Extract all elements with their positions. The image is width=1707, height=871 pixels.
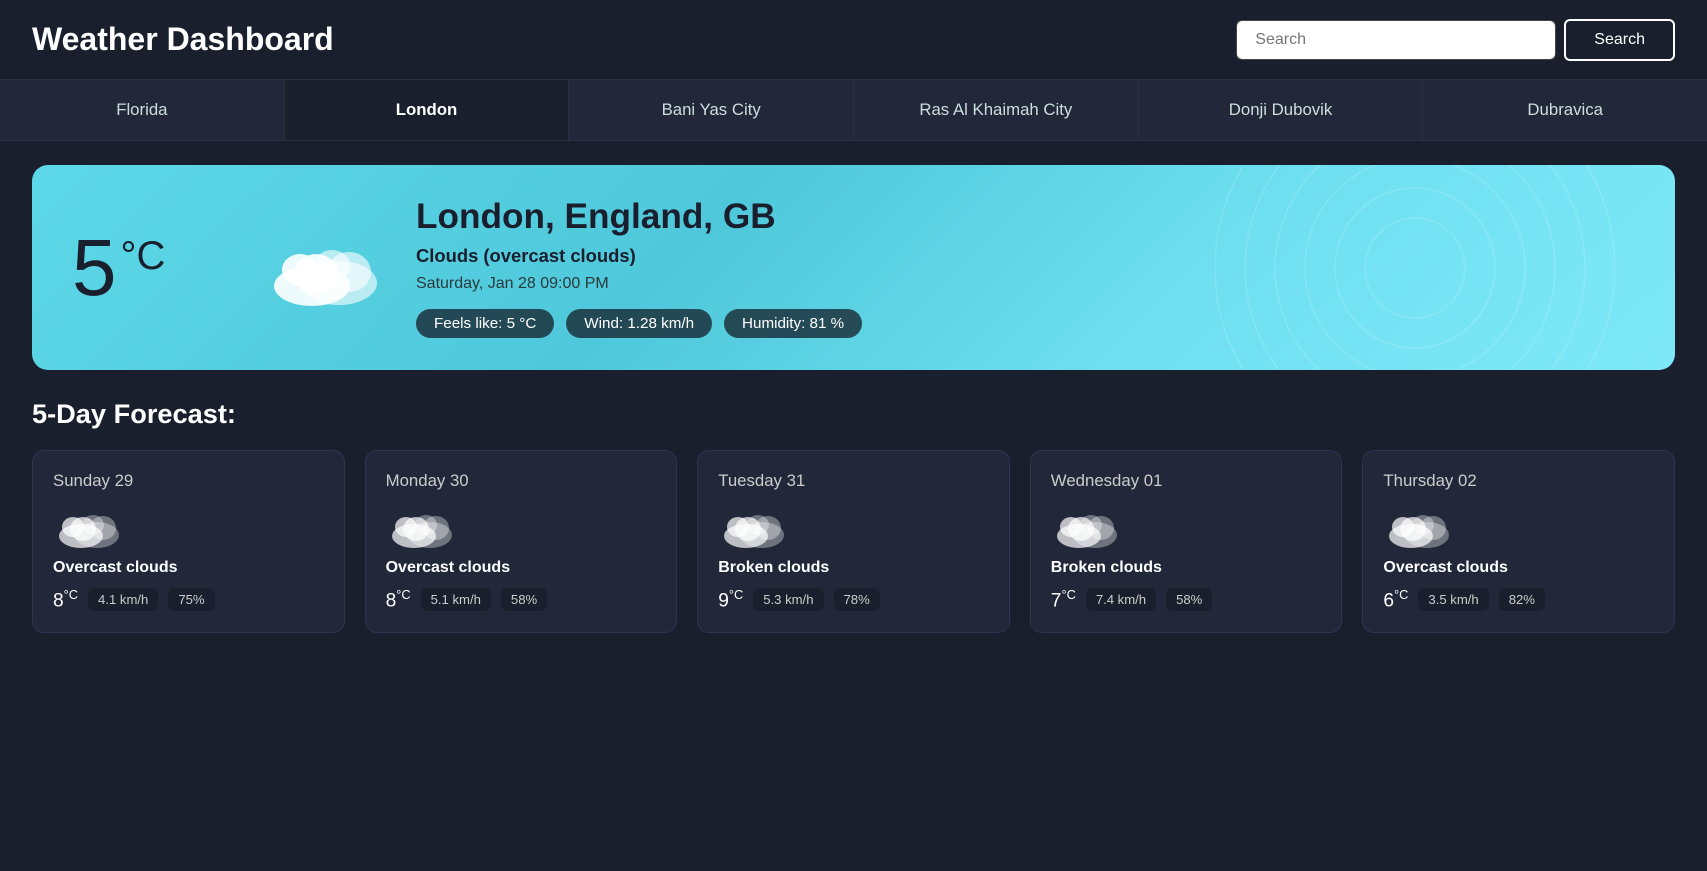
weather-icon: [264, 228, 384, 308]
forecast-condition: Broken clouds: [1051, 559, 1322, 577]
forecast-day: Sunday 29: [53, 471, 324, 491]
forecast-weather-icon: [1051, 501, 1121, 549]
tab-ras-al-khaimah-city[interactable]: Ras Al Khaimah City: [854, 80, 1139, 140]
tab-london[interactable]: London: [285, 80, 570, 140]
forecast-details: 6°C 3.5 km/h 82%: [1383, 587, 1654, 612]
forecast-humidity: 58%: [1166, 588, 1212, 611]
forecast-condition: Overcast clouds: [386, 559, 657, 577]
forecast-wind: 5.1 km/h: [421, 588, 491, 611]
weather-condition: Clouds (overcast clouds): [416, 245, 862, 267]
forecast-card: Sunday 29 Overcast clouds 8°C 4.1 km/h 7…: [32, 450, 345, 633]
forecast-weather-icon: [386, 501, 456, 549]
app-title: Weather Dashboard: [32, 21, 334, 58]
forecast-humidity: 58%: [501, 588, 547, 611]
temp-unit: °C: [121, 234, 166, 279]
search-button[interactable]: Search: [1564, 19, 1675, 61]
weather-info: London, England, GB Clouds (overcast clo…: [416, 197, 862, 338]
forecast-card: Monday 30 Overcast clouds 8°C 5.1 km/h 5…: [365, 450, 678, 633]
forecast-temp: 7°C: [1051, 587, 1076, 612]
forecast-wind: 5.3 km/h: [753, 588, 823, 611]
forecast-card: Wednesday 01 Broken clouds 7°C 7.4 km/h …: [1030, 450, 1343, 633]
banner-decoration: [1215, 165, 1615, 370]
forecast-temp: 9°C: [718, 587, 743, 612]
forecast-card: Tuesday 31 Broken clouds 9°C 5.3 km/h 78…: [697, 450, 1010, 633]
forecast-details: 9°C 5.3 km/h 78%: [718, 587, 989, 612]
forecast-wind: 7.4 km/h: [1086, 588, 1156, 611]
forecast-temp: 8°C: [53, 587, 78, 612]
tab-donji-dubovik[interactable]: Donji Dubovik: [1139, 80, 1424, 140]
forecast-temp: 8°C: [386, 587, 411, 612]
city-name: London, England, GB: [416, 197, 862, 237]
temp-value: 5: [72, 222, 117, 314]
forecast-wind: 3.5 km/h: [1418, 588, 1488, 611]
humidity-badge: Humidity: 81 %: [724, 309, 862, 338]
forecast-section: 5-Day Forecast: Sunday 29 Overcast cloud…: [0, 370, 1707, 657]
weather-badges: Feels like: 5 °C Wind: 1.28 km/h Humidit…: [416, 309, 862, 338]
forecast-weather-icon: [1383, 501, 1453, 549]
search-area: Search: [1236, 19, 1675, 61]
forecast-condition: Overcast clouds: [53, 559, 324, 577]
forecast-wind: 4.1 km/h: [88, 588, 158, 611]
tab-bani-yas-city[interactable]: Bani Yas City: [569, 80, 854, 140]
forecast-day: Wednesday 01: [1051, 471, 1322, 491]
forecast-weather-icon: [718, 501, 788, 549]
forecast-condition: Overcast clouds: [1383, 559, 1654, 577]
forecast-details: 8°C 5.1 km/h 58%: [386, 587, 657, 612]
forecast-day: Monday 30: [386, 471, 657, 491]
forecast-condition: Broken clouds: [718, 559, 989, 577]
forecast-details: 8°C 4.1 km/h 75%: [53, 587, 324, 612]
forecast-cards: Sunday 29 Overcast clouds 8°C 4.1 km/h 7…: [32, 450, 1675, 633]
forecast-details: 7°C 7.4 km/h 58%: [1051, 587, 1322, 612]
forecast-day: Thursday 02: [1383, 471, 1654, 491]
current-temp: 5 °C: [72, 222, 232, 314]
forecast-weather-icon: [53, 501, 123, 549]
search-input[interactable]: [1236, 20, 1556, 60]
current-weather-banner: 5 °C London, England, GB Clouds (overcas…: [32, 165, 1675, 370]
feels-like-badge: Feels like: 5 °C: [416, 309, 554, 338]
forecast-temp: 6°C: [1383, 587, 1408, 612]
tab-florida[interactable]: Florida: [0, 80, 285, 140]
forecast-humidity: 78%: [834, 588, 880, 611]
wind-badge: Wind: 1.28 km/h: [566, 309, 712, 338]
weather-date: Saturday, Jan 28 09:00 PM: [416, 275, 862, 293]
tab-dubravica[interactable]: Dubravica: [1423, 80, 1707, 140]
forecast-humidity: 75%: [168, 588, 214, 611]
forecast-card: Thursday 02 Overcast clouds 6°C 3.5 km/h…: [1362, 450, 1675, 633]
forecast-humidity: 82%: [1499, 588, 1545, 611]
forecast-day: Tuesday 31: [718, 471, 989, 491]
forecast-title: 5-Day Forecast:: [32, 398, 1675, 430]
location-tabs: FloridaLondonBani Yas CityRas Al Khaimah…: [0, 80, 1707, 141]
header: Weather Dashboard Search: [0, 0, 1707, 80]
